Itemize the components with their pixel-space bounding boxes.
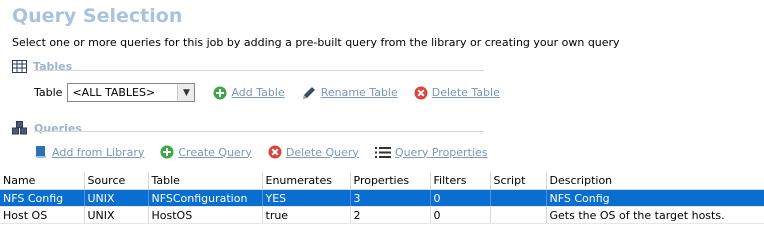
delete-table-label: Delete Table (431, 86, 500, 99)
rename-table-button[interactable]: Rename Table (301, 85, 398, 101)
queries-heading: Queries (34, 121, 82, 135)
cell-name: NFS Config (0, 189, 85, 207)
table-row[interactable]: Host OS UNIX HostOS true 2 0 Gets the OS… (0, 206, 764, 224)
column-header-script[interactable]: Script (490, 172, 547, 190)
delete-query-button[interactable]: Delete Query (268, 145, 359, 159)
column-header-name[interactable]: Name (0, 172, 85, 190)
query-properties-button[interactable]: Query Properties (374, 145, 488, 159)
dropdown-arrow-icon[interactable]: ▼ (177, 84, 195, 101)
cell-enumerates: YES (262, 189, 351, 207)
add-table-label: Add Table (231, 86, 285, 99)
tables-section-header: Tables (12, 60, 72, 73)
queries-divider (34, 131, 484, 132)
column-header-table[interactable]: Table (148, 172, 263, 190)
create-query-button[interactable]: Create Query (160, 145, 252, 159)
create-query-label: Create Query (178, 145, 252, 159)
add-icon (213, 86, 227, 100)
column-header-filters[interactable]: Filters (430, 172, 491, 190)
cell-properties: 2 (350, 206, 431, 224)
cell-properties: 3 (350, 189, 431, 207)
table-label: Table (34, 86, 63, 99)
pencil-icon (301, 85, 317, 101)
cell-filters: 0 (430, 206, 491, 224)
cell-script (490, 206, 547, 224)
cell-name: Host OS (0, 206, 85, 224)
cell-description: NFS Config (546, 189, 764, 207)
column-header-description[interactable]: Description (546, 172, 764, 190)
cell-table: HostOS (148, 206, 263, 224)
column-header-properties[interactable]: Properties (350, 172, 431, 190)
query-properties-label: Query Properties (394, 145, 488, 159)
cell-table: NFSConfiguration (148, 189, 263, 207)
rename-table-label: Rename Table (320, 86, 398, 99)
table-select-value: <ALL TABLES> (72, 86, 156, 99)
page-subtitle: Select one or more queries for this job … (12, 36, 620, 49)
column-header-source[interactable]: Source (84, 172, 149, 190)
cell-enumerates: true (262, 206, 351, 224)
tables-controls: Table <ALL TABLES> ▼ Add Table Rename Ta… (34, 83, 500, 102)
add-table-button[interactable]: Add Table (213, 86, 285, 100)
cell-description: Gets the OS of the target hosts. (546, 206, 764, 224)
page-title: Query Selection (12, 5, 183, 27)
properties-list-icon (374, 146, 391, 159)
column-header-enumerates[interactable]: Enumerates (262, 172, 351, 190)
add-from-library-label: Add from Library (52, 145, 145, 159)
cell-source: UNIX (84, 189, 149, 207)
tables-heading: Tables (33, 60, 73, 73)
table-select[interactable]: <ALL TABLES> ▼ (67, 83, 196, 102)
add-icon (160, 145, 174, 159)
cell-source: UNIX (84, 206, 149, 224)
book-icon (34, 145, 48, 159)
table-grid-icon (12, 60, 27, 73)
cell-filters: 0 (430, 189, 491, 207)
queries-cubes-icon (12, 121, 28, 135)
query-grid: Name Source Table Enumerates Properties … (0, 172, 764, 224)
delete-table-button[interactable]: Delete Table (414, 86, 500, 100)
tables-divider (34, 70, 484, 71)
delete-icon (268, 145, 282, 159)
delete-icon (414, 86, 428, 100)
add-from-library-button[interactable]: Add from Library (34, 145, 144, 159)
delete-query-label: Delete Query (285, 145, 359, 159)
cell-script (490, 189, 547, 207)
grid-header-row: Name Source Table Enumerates Properties … (0, 172, 764, 190)
queries-actions: Add from Library Create Query Delete Que… (34, 145, 487, 159)
queries-section-header: Queries (12, 121, 82, 135)
table-row[interactable]: NFS Config UNIX NFSConfiguration YES 3 0… (0, 189, 764, 207)
